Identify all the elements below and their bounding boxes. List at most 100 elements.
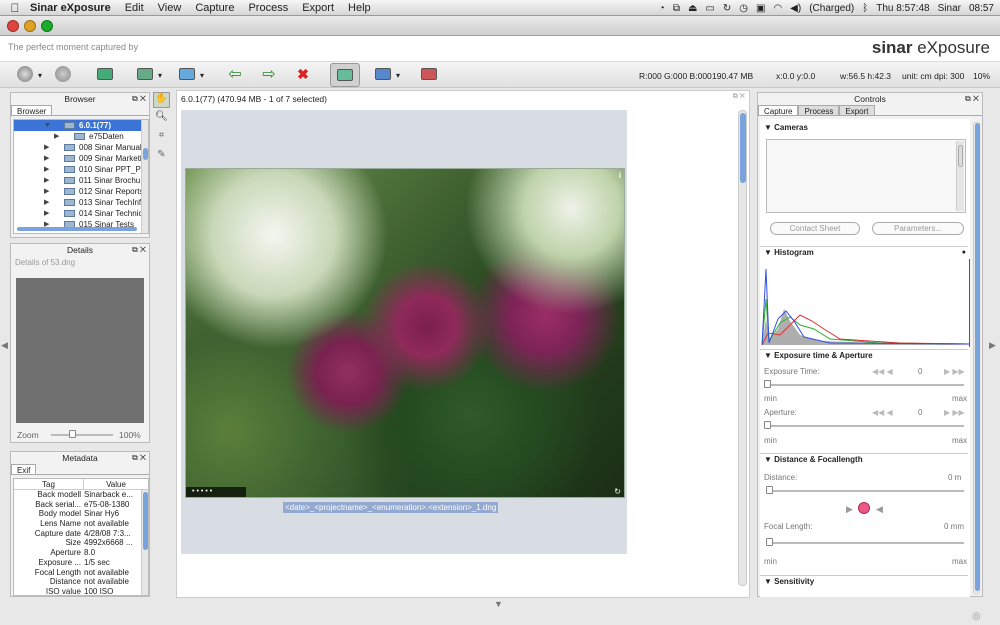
distance-slider-knob[interactable] xyxy=(766,486,773,494)
focus-stop-button[interactable] xyxy=(858,502,870,514)
section-sensitivity[interactable]: ▼ Sensitivity xyxy=(760,575,968,587)
table-row[interactable]: Aperture 8.0 xyxy=(14,548,148,558)
table-row[interactable]: ISO value 100 ISO xyxy=(14,587,148,595)
tab-export[interactable]: Export xyxy=(839,105,875,116)
image-info-icon[interactable]: i xyxy=(619,171,621,180)
table-row[interactable]: Size 4992x6668 ... xyxy=(14,538,148,548)
disclosure-closed-icon[interactable]: ▶ xyxy=(44,208,49,219)
column-header-value[interactable]: Value xyxy=(84,479,148,489)
parameters-button[interactable]: Parameters... xyxy=(872,222,964,235)
horizontal-scroll-thumb[interactable] xyxy=(17,227,137,231)
exposure-slider-knob[interactable] xyxy=(764,380,771,388)
disclosure-closed-icon[interactable]: ▶ xyxy=(44,142,49,153)
panel-controls[interactable]: ⧉ ✕ xyxy=(132,93,146,105)
table-row[interactable]: Lens Name not available xyxy=(14,519,148,529)
folder-item[interactable]: ▶ 013 Sinar TechInf xyxy=(14,197,148,208)
tab-exif[interactable]: Exif xyxy=(11,464,37,475)
display-button[interactable] xyxy=(372,64,394,84)
histogram-button[interactable] xyxy=(134,64,156,84)
scroll-thumb[interactable] xyxy=(143,148,148,160)
battery-status[interactable]: (Charged) xyxy=(809,3,854,14)
timer-icon[interactable]: ◷ xyxy=(739,3,748,14)
hand-tool[interactable]: ✋ xyxy=(153,92,170,108)
aperture-step-forward[interactable]: ▶ ▶▶ xyxy=(944,408,965,417)
exposure-step-back[interactable]: ◀◀ ◀ xyxy=(872,367,893,376)
chevron-down-icon[interactable]: ▾ xyxy=(158,71,162,80)
delete-button[interactable]: ✖ xyxy=(292,64,314,84)
tab-capture[interactable]: Capture xyxy=(758,105,799,116)
distance-slider[interactable] xyxy=(766,490,964,492)
tab-process[interactable]: Process xyxy=(798,105,840,116)
import-button[interactable]: ⇦ xyxy=(224,64,246,84)
exposure-slider[interactable] xyxy=(766,384,964,386)
viewer-controls[interactable]: ⧉ ✕ xyxy=(733,93,745,101)
menu-export[interactable]: Export xyxy=(302,2,334,14)
histogram-info-icon[interactable]: ● xyxy=(962,249,966,256)
folder-item[interactable]: ▶ 008 Sinar Manuals xyxy=(14,142,148,153)
exif-scrollbar[interactable] xyxy=(141,490,148,595)
folder-item[interactable]: ▶ 012 Sinar Reports xyxy=(14,186,148,197)
capture-button[interactable] xyxy=(14,64,36,84)
sync-icon[interactable]: ↻ xyxy=(723,3,731,14)
image-canvas[interactable]: i ••••• ↻ <date>_<projectname>_<enumerat… xyxy=(181,110,627,554)
bluetooth-icon[interactable]: ᛒ xyxy=(862,3,868,14)
camera-list-scrollbar[interactable] xyxy=(956,141,964,211)
chevron-down-icon[interactable]: ▾ xyxy=(38,71,42,80)
view-mode-button[interactable] xyxy=(330,63,360,87)
crop-tool[interactable]: ⌗ xyxy=(153,130,170,146)
scroll-thumb[interactable] xyxy=(958,145,963,167)
table-row[interactable]: Exposure ... 1/5 sec xyxy=(14,558,148,568)
battery-icon[interactable]: ▭ xyxy=(705,3,714,14)
table-row[interactable]: Back modell Sinarback e... xyxy=(14,490,148,500)
focus-back-button[interactable]: ▶ xyxy=(846,504,853,515)
time-machine-icon[interactable]: ◔ xyxy=(659,3,665,14)
zoom-tool[interactable]: 🔍︎ xyxy=(153,111,170,127)
menu-edit[interactable]: Edit xyxy=(125,2,144,14)
table-row[interactable]: Focal Length not available xyxy=(14,568,148,578)
table-row[interactable]: Body model Sinar Hy6 xyxy=(14,509,148,519)
folder-item[interactable]: ▶ 009 Sinar Marketi xyxy=(14,153,148,164)
image-options-button[interactable] xyxy=(176,64,198,84)
rating-dots[interactable]: ••••• xyxy=(186,487,246,497)
scroll-thumb[interactable] xyxy=(143,492,148,550)
menu-user[interactable]: Sinar xyxy=(938,3,961,14)
menu-time[interactable]: 08:57 xyxy=(969,3,994,14)
section-cameras[interactable]: ▼ Cameras xyxy=(760,122,968,134)
image-filename[interactable]: <date>_<projectname>_<enumeration>.<exte… xyxy=(283,502,499,513)
folder-item[interactable]: ▼ 6.0.1(77) xyxy=(14,120,148,131)
section-distance[interactable]: ▼ Distance & Focallength xyxy=(760,453,968,465)
toolbox-button[interactable] xyxy=(418,64,440,84)
table-row[interactable]: Capture date 4/28/08 7:3... xyxy=(14,529,148,539)
zoom-slider-knob[interactable] xyxy=(69,430,76,438)
warning-button[interactable] xyxy=(94,64,116,84)
scroll-thumb[interactable] xyxy=(975,123,980,591)
rotate-icon[interactable]: ↻ xyxy=(614,487,621,496)
disclosure-open-icon[interactable]: ▼ xyxy=(44,120,51,131)
volume-icon[interactable]: ◀) xyxy=(790,3,801,14)
panel-controls[interactable]: ⧉ ✕ xyxy=(965,93,979,105)
chevron-down-icon[interactable]: ▾ xyxy=(200,71,204,80)
disclosure-closed-icon[interactable]: ▶ xyxy=(44,175,49,186)
eject-icon[interactable]: ⏏ xyxy=(688,3,697,14)
column-header-tag[interactable]: Tag xyxy=(14,479,84,489)
tab-browser[interactable]: Browser xyxy=(11,105,53,116)
controls-scrollbar[interactable] xyxy=(973,121,981,595)
disclosure-closed-icon[interactable]: ▶ xyxy=(44,153,49,164)
aperture-slider-knob[interactable] xyxy=(764,421,771,429)
scroll-thumb[interactable] xyxy=(740,113,746,183)
exposure-step-forward[interactable]: ▶ ▶▶ xyxy=(944,367,965,376)
folder-item[interactable]: ▶ 011 Sinar Brochu xyxy=(14,175,148,186)
script-icon[interactable]: ⧉ xyxy=(673,3,680,14)
table-row[interactable]: Back serial... e75-08-1380 xyxy=(14,500,148,510)
menu-process[interactable]: Process xyxy=(248,2,288,14)
export-button[interactable]: ⇨ xyxy=(258,64,280,84)
menu-app-name[interactable]: Sinar eXposure xyxy=(30,2,111,14)
apple-icon[interactable]:  xyxy=(0,1,30,15)
aperture-slider[interactable] xyxy=(766,425,964,427)
menu-capture[interactable]: Capture xyxy=(195,2,234,14)
menu-clock[interactable]: Thu 8:57:48 xyxy=(876,3,929,14)
expand-bottom-icon[interactable]: ▼ xyxy=(494,599,503,609)
table-row[interactable]: Distance not available xyxy=(14,577,148,587)
folder-item[interactable]: ▶ 010 Sinar PPT_Pre xyxy=(14,164,148,175)
folder-item[interactable]: ▶ 014 Sinar Technic xyxy=(14,208,148,219)
